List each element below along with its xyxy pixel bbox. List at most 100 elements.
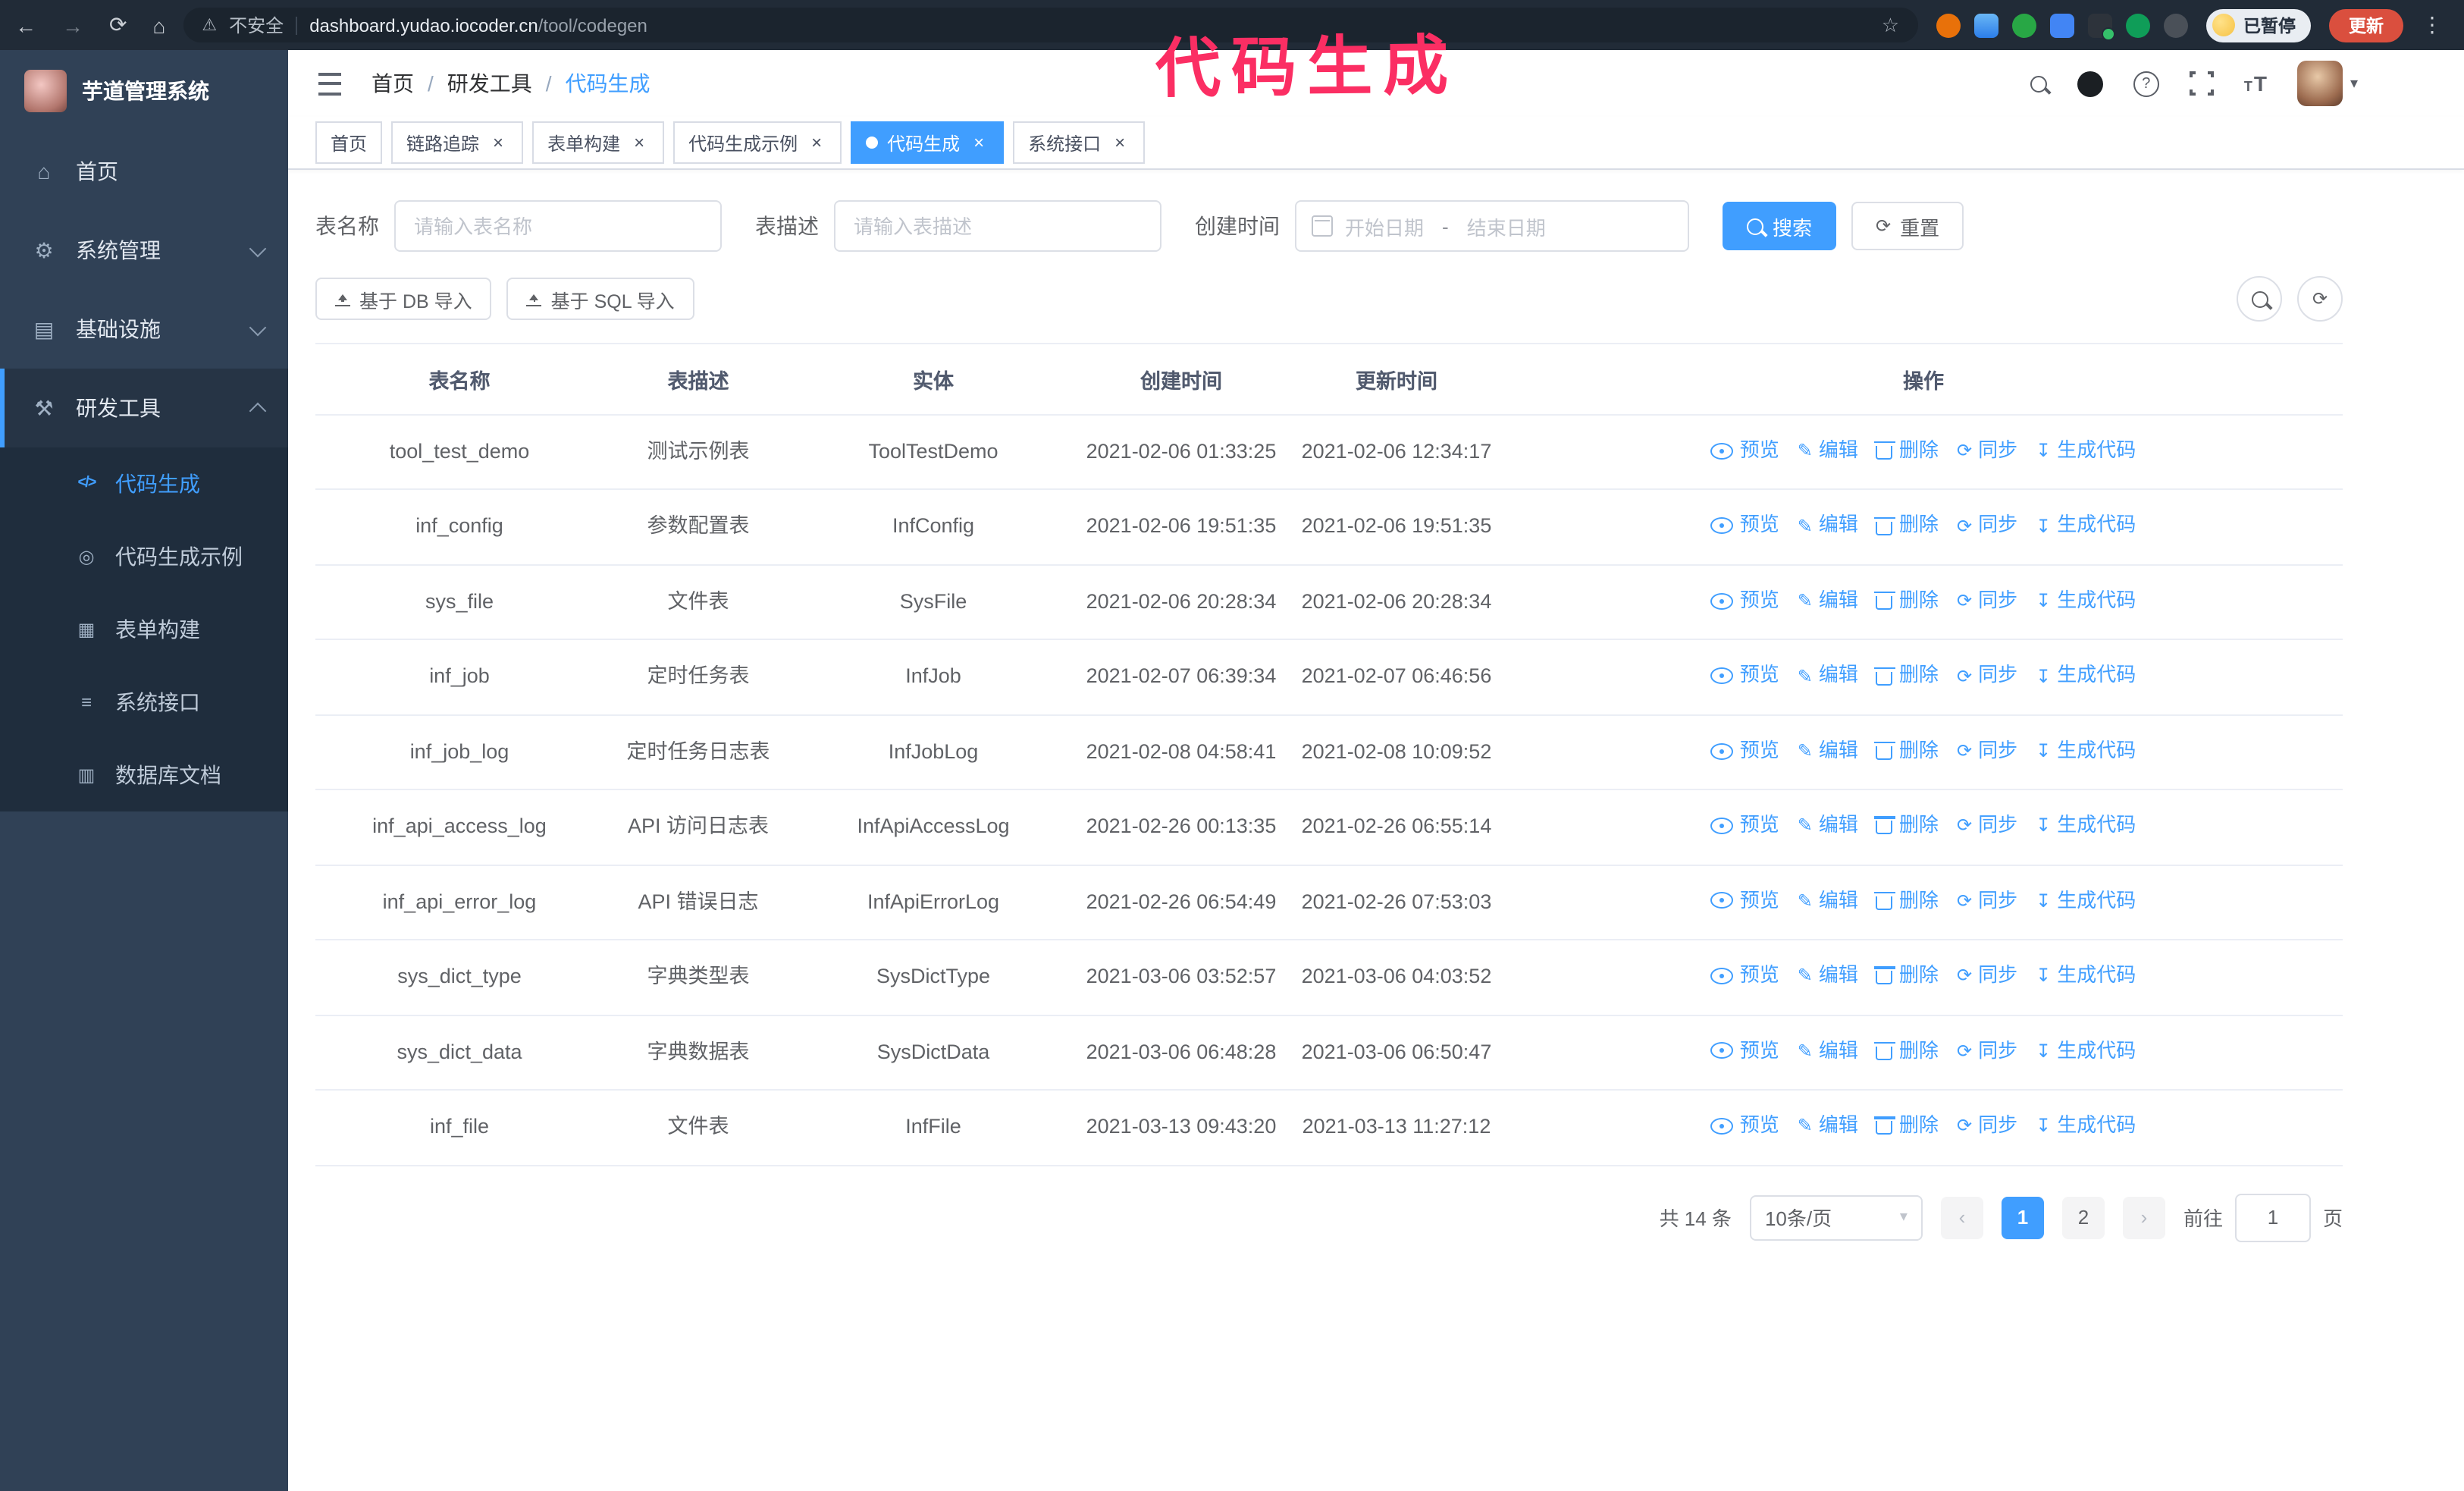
preview-link[interactable]: 预览 [1710,961,1779,991]
generate-code-link[interactable]: ↧ 生成代码 [2036,435,2136,466]
edit-link[interactable]: ✎ 编辑 [1798,811,1858,841]
preview-link[interactable]: 预览 [1710,435,1779,466]
tab-form-builder[interactable]: 表单构建 × [532,121,665,164]
sidebar-item-codegen-example[interactable]: ◎ 代码生成示例 [0,520,288,593]
edit-link[interactable]: ✎ 编辑 [1798,435,1858,466]
page-button-2[interactable]: 2 [2061,1196,2105,1239]
extension-icon-4[interactable] [2049,13,2074,37]
sync-link[interactable]: ⟳ 同步 [1957,661,2017,691]
delete-link[interactable]: 删除 [1873,435,1939,466]
bookmark-star-icon[interactable]: ☆ [1882,13,1899,37]
extension-icon-7[interactable] [2163,13,2187,37]
delete-link[interactable]: 删除 [1873,811,1939,841]
edit-link[interactable]: ✎ 编辑 [1798,736,1858,766]
delete-link[interactable]: 删除 [1873,886,1939,916]
help-icon[interactable]: ? [2133,71,2159,96]
profile-paused-chip[interactable]: 已暂停 [2205,8,2311,42]
close-icon[interactable]: × [629,133,649,152]
app-logo[interactable]: 芋道管理系统 [0,50,288,132]
breadcrumb-devtools[interactable]: 研发工具 [447,68,532,99]
reload-icon[interactable]: ⟳ [109,12,127,38]
preview-link[interactable]: 预览 [1710,1036,1779,1066]
search-icon[interactable] [2030,75,2047,92]
sync-link[interactable]: ⟳ 同步 [1957,510,2017,541]
edit-link[interactable]: ✎ 编辑 [1798,510,1858,541]
generate-code-link[interactable]: ↧ 生成代码 [2036,811,2136,841]
generate-code-link[interactable]: ↧ 生成代码 [2036,510,2136,541]
back-icon[interactable]: ← [15,13,36,37]
sidebar-item-system[interactable]: ⚙ 系统管理 [0,211,288,290]
sync-link[interactable]: ⟳ 同步 [1957,585,2017,616]
import-db-button[interactable]: 基于 DB 导入 [315,278,492,320]
extension-icon-3[interactable] [2011,13,2036,37]
edit-link[interactable]: ✎ 编辑 [1798,961,1858,991]
edit-link[interactable]: ✎ 编辑 [1798,585,1858,616]
sync-link[interactable]: ⟳ 同步 [1957,1111,2017,1141]
sidebar-item-db-docs[interactable]: ▥ 数据库文档 [0,739,288,811]
generate-code-link[interactable]: ↧ 生成代码 [2036,1036,2136,1066]
delete-link[interactable]: 删除 [1873,961,1939,991]
edit-link[interactable]: ✎ 编辑 [1798,661,1858,691]
generate-code-link[interactable]: ↧ 生成代码 [2036,961,2136,991]
hamburger-icon[interactable] [318,72,341,95]
sidebar-item-system-api[interactable]: ≡ 系统接口 [0,666,288,739]
user-menu[interactable]: ▾ [2296,61,2358,106]
next-page-button[interactable]: › [2122,1196,2165,1239]
generate-code-link[interactable]: ↧ 生成代码 [2036,585,2136,616]
close-icon[interactable]: × [1110,133,1130,152]
prev-page-button[interactable]: ‹ [1940,1196,1983,1239]
generate-code-link[interactable]: ↧ 生成代码 [2036,886,2136,916]
preview-link[interactable]: 预览 [1710,585,1779,616]
github-icon[interactable] [2077,71,2103,96]
font-size-icon[interactable]: TT [2244,73,2267,94]
extension-icon-6[interactable] [2125,13,2149,37]
close-icon[interactable]: × [488,133,508,152]
table-desc-input[interactable] [834,200,1161,252]
edit-link[interactable]: ✎ 编辑 [1798,1111,1858,1141]
sidebar-item-home[interactable]: ⌂ 首页 [0,132,288,211]
refresh-button[interactable]: ⟳ [2297,276,2343,322]
close-icon[interactable]: × [969,133,989,152]
preview-link[interactable]: 预览 [1710,1111,1779,1141]
tab-codegen-example[interactable]: 代码生成示例 × [673,121,842,164]
close-icon[interactable]: × [807,133,826,152]
generate-code-link[interactable]: ↧ 生成代码 [2036,661,2136,691]
sidebar-item-codegen[interactable]: </> 代码生成 [0,447,288,520]
sync-link[interactable]: ⟳ 同步 [1957,886,2017,916]
delete-link[interactable]: 删除 [1873,661,1939,691]
extension-icon-5[interactable] [2087,13,2114,40]
sync-link[interactable]: ⟳ 同步 [1957,435,2017,466]
address-bar[interactable]: ⚠ 不安全 dashboard.yudao.iocoder.cn/tool/co… [183,8,1917,42]
preview-link[interactable]: 预览 [1710,510,1779,541]
delete-link[interactable]: 删除 [1873,1111,1939,1141]
tab-tracing[interactable]: 链路追踪 × [391,121,524,164]
preview-link[interactable]: 预览 [1710,736,1779,766]
preview-link[interactable]: 预览 [1710,811,1779,841]
edit-link[interactable]: ✎ 编辑 [1798,886,1858,916]
tab-codegen[interactable]: 代码生成 × [851,121,1005,164]
tab-system-api[interactable]: 系统接口 × [1013,121,1146,164]
page-button-1[interactable]: 1 [2001,1196,2044,1239]
sidebar-item-devtools[interactable]: ⚒ 研发工具 [0,369,288,447]
preview-link[interactable]: 预览 [1710,886,1779,916]
sync-link[interactable]: ⟳ 同步 [1957,736,2017,766]
sync-link[interactable]: ⟳ 同步 [1957,961,2017,991]
toggle-search-button[interactable] [2237,276,2282,322]
generate-code-link[interactable]: ↧ 生成代码 [2036,736,2136,766]
date-range-picker[interactable]: 开始日期 - 结束日期 [1295,200,1689,252]
delete-link[interactable]: 删除 [1873,510,1939,541]
forward-icon[interactable]: → [62,13,83,37]
delete-link[interactable]: 删除 [1873,1036,1939,1066]
sidebar-item-infra[interactable]: ▤ 基础设施 [0,290,288,369]
fullscreen-icon[interactable] [2186,68,2217,99]
page-size-select[interactable]: 10条/页 ▾ [1749,1194,1923,1241]
sidebar-item-form-builder[interactable]: ▦ 表单构建 [0,593,288,666]
table-name-input[interactable] [394,200,722,252]
sync-link[interactable]: ⟳ 同步 [1957,811,2017,841]
extension-icon-1[interactable] [1936,13,1960,37]
generate-code-link[interactable]: ↧ 生成代码 [2036,1111,2136,1141]
delete-link[interactable]: 删除 [1873,736,1939,766]
breadcrumb-home[interactable]: 首页 [371,68,414,99]
extension-icon-2[interactable] [1973,13,1998,37]
goto-page-input[interactable] [2234,1193,2311,1242]
